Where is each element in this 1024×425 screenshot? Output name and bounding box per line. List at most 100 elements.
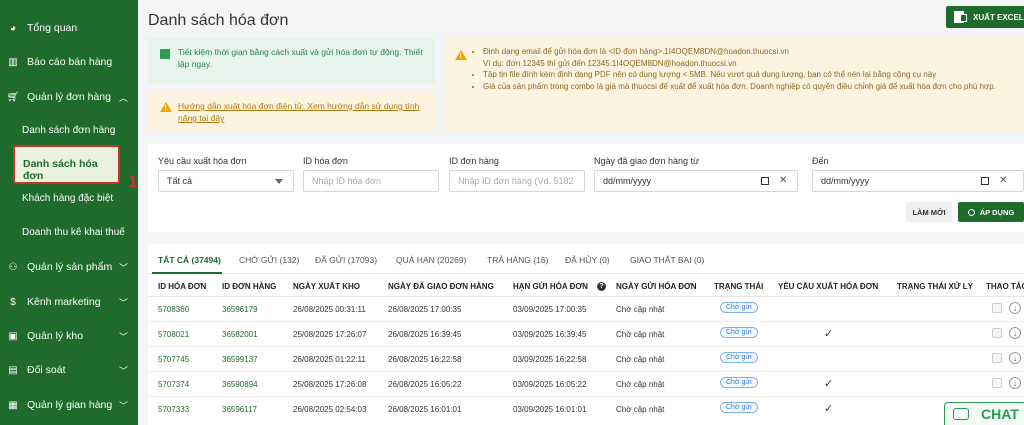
sidebar-item-label: Quản lý kho <box>27 330 84 342</box>
date-to-input[interactable]: dd/mm/yyyy ✕ <box>812 170 1024 192</box>
chevron-down-icon: ﹀ <box>118 263 128 273</box>
active-tab-indicator <box>152 272 222 274</box>
tab-all[interactable]: TẤT CẢ (37494) <box>158 255 221 265</box>
order-id-link[interactable]: 36590894 <box>222 380 258 389</box>
sidebar-subitem-order-list[interactable]: Danh sách đơn hàng <box>22 120 115 140</box>
guide-link[interactable]: Hướng dẫn xuất hóa đơn điện tử. Xem hướn… <box>178 101 419 123</box>
row-checkbox[interactable] <box>992 328 1002 338</box>
sidebar-item-sales-report[interactable]: ▥ Báo cáo bán hàng <box>0 50 138 74</box>
date-to-value: dd/mm/yyyy <box>821 176 870 186</box>
column-header: THAO TÁC <box>986 282 1024 291</box>
date-from-value: dd/mm/yyyy <box>603 176 652 186</box>
invoice-id-link[interactable]: 5707745 <box>158 355 189 364</box>
tab-overdue[interactable]: QUÁ HẠN (20269) <box>396 255 466 265</box>
sidebar-subitem-invoice-list[interactable]: Danh sách hóa đơn <box>13 145 120 184</box>
tab-sent[interactable]: ĐÃ GỬI (17093) <box>315 255 377 265</box>
filter-label: Yêu cầu xuất hóa đơn <box>158 156 247 166</box>
clear-icon[interactable]: ✕ <box>999 175 1007 186</box>
invoice-deadline: 03/09/2025 16:05:22 <box>513 380 587 389</box>
status-badge: Chờ gửi <box>720 352 758 363</box>
clear-icon[interactable]: ✕ <box>779 175 787 186</box>
reset-button[interactable]: LÀM MỚI <box>906 202 952 222</box>
table-row: 5707745 36599137 26/08/2025 01:22:11 26/… <box>148 347 1024 372</box>
guide-notice[interactable]: Hướng dẫn xuất hóa đơn điện tử. Xem hướn… <box>148 92 435 132</box>
sidebar-item-label: Quản lý sản phẩm <box>27 261 113 273</box>
sidebar-item-store[interactable]: ▦ Quản lý gian hàng ﹀ <box>0 393 138 417</box>
sent-date: Chờ cập nhật <box>616 355 665 364</box>
invoice-id-input[interactable]: Nhập ID hóa đơn <box>303 170 439 192</box>
sidebar-item-overview[interactable]: ◕ Tổng quan <box>0 16 138 40</box>
warning-icon <box>455 50 467 63</box>
delivered-date: 26/08/2025 16:05:22 <box>388 380 462 389</box>
notice-line: Định dạng email để gửi hóa đơn là <ID đơ… <box>483 46 1016 58</box>
column-header: HẠN GỬI HÓA ĐƠN <box>513 282 588 291</box>
warehouse-icon: ▣ <box>8 330 18 342</box>
status-badge: Chờ gửi <box>720 402 758 413</box>
annotation-marker: 1 <box>128 172 138 191</box>
tab-cancelled[interactable]: ĐÃ HỦY (0) <box>565 255 610 265</box>
apply-button[interactable]: ÁP DỤNG <box>958 202 1024 222</box>
reconcile-icon: ▤ <box>8 364 18 376</box>
sidebar-item-reconcile[interactable]: ▤ Đối soát ﹀ <box>0 358 138 382</box>
download-icon[interactable]: ↓ <box>1009 352 1021 364</box>
sidebar-item-label: Quản lý đơn hàng <box>27 91 111 103</box>
chevron-down-icon: ﹀ <box>118 298 128 308</box>
sidebar-item-label: Tổng quan <box>27 22 78 34</box>
sidebar-item-orders[interactable]: 🛒︎ Quản lý đơn hàng ︿ <box>0 85 138 109</box>
chat-icon <box>953 408 969 420</box>
table-row: 5707374 36590894 25/08/2025 17:26:08 26/… <box>148 372 1024 397</box>
calendar-icon[interactable] <box>761 177 769 185</box>
order-id-link[interactable]: 36582001 <box>222 330 258 339</box>
order-id-input[interactable]: Nhập ID đơn hàng (Vd. 5182 <box>449 170 585 192</box>
chevron-down-icon: ﹀ <box>118 366 128 376</box>
row-checkbox[interactable] <box>992 353 1002 363</box>
auto-invoice-notice[interactable]: Tiết kiệm thời gian bằng cách xuất và gử… <box>148 38 435 84</box>
invoice-deadline: 03/09/2025 17:00:35 <box>513 305 587 314</box>
sidebar-item-marketing[interactable]: $ Kênh marketing ﹀ <box>0 290 138 314</box>
chat-label: CHAT <box>981 406 1019 422</box>
calendar-icon[interactable] <box>981 177 989 185</box>
invoice-request-select[interactable]: Tất cả <box>158 170 294 192</box>
invoice-id-link[interactable]: 5707333 <box>158 405 189 414</box>
order-id-link[interactable]: 36596117 <box>222 405 257 414</box>
chevron-down-icon: ﹀ <box>118 332 128 342</box>
invoice-deadline: 03/09/2025 16:39:45 <box>513 330 587 339</box>
sidebar-subitem-label: Danh sách hóa đơn <box>23 158 98 182</box>
export-excel-button[interactable]: XUẤT EXCEL <box>946 6 1024 28</box>
download-icon[interactable]: ↓ <box>1009 302 1021 314</box>
store-icon: ▦ <box>8 399 18 411</box>
chat-button[interactable]: CHAT <box>944 402 1024 425</box>
download-icon[interactable]: ↓ <box>1009 377 1021 389</box>
row-checkbox[interactable] <box>992 378 1002 388</box>
sidebar-item-label: Đối soát <box>27 364 66 376</box>
sidebar-subitem-tax-revenue[interactable]: Doanh thu kê khai thuế <box>22 222 125 242</box>
warning-icon <box>160 102 172 115</box>
status-badge: Chờ gửi <box>720 302 758 313</box>
column-header: TRẠNG THÁI <box>714 282 764 291</box>
tab-failed[interactable]: GIAO THẤT BẠI (0) <box>630 255 704 265</box>
download-icon[interactable]: ↓ <box>1009 327 1021 339</box>
sidebar-item-products[interactable]: ⚇ Quản lý sản phẩm ﹀ <box>0 255 138 279</box>
sidebar-item-warehouse[interactable]: ▣ Quản lý kho ﹀ <box>0 324 138 348</box>
export-date: 26/08/2025 02:54:03 <box>293 405 367 414</box>
table-row: 5708360 36596179 26/08/2025 00:31:11 26/… <box>148 297 1024 322</box>
check-icon: ✓ <box>824 378 834 390</box>
column-header: TRẠNG THÁI XỬ LÝ <box>897 282 973 291</box>
sent-date: Chờ cập nhật <box>616 305 665 314</box>
invoice-id-link[interactable]: 5708360 <box>158 305 189 314</box>
sidebar-item-label: Báo cáo bán hàng <box>27 56 113 68</box>
email-format-notice: Định dạng email để gửi hóa đơn là <ID đơ… <box>445 38 1024 132</box>
filter-label: Ngày đã giao đơn hàng từ <box>594 156 699 166</box>
invoice-id-placeholder: Nhập ID hóa đơn <box>312 176 381 186</box>
order-id-link[interactable]: 36596179 <box>222 305 258 314</box>
help-icon[interactable]: ? <box>597 282 606 291</box>
date-from-input[interactable]: dd/mm/yyyy ✕ <box>594 170 798 192</box>
tab-returned[interactable]: TRẢ HÀNG (16) <box>487 255 548 265</box>
invoice-id-link[interactable]: 5708021 <box>158 330 189 339</box>
sidebar-subitem-special-customers[interactable]: Khách hàng đặc biệt <box>22 188 113 208</box>
order-id-link[interactable]: 36599137 <box>222 355 258 364</box>
row-checkbox[interactable] <box>992 303 1002 313</box>
invoice-id-link[interactable]: 5707374 <box>158 380 189 389</box>
chevron-up-icon: ︿ <box>118 93 128 103</box>
tab-pending[interactable]: CHỜ GỬI (132) <box>239 255 299 265</box>
